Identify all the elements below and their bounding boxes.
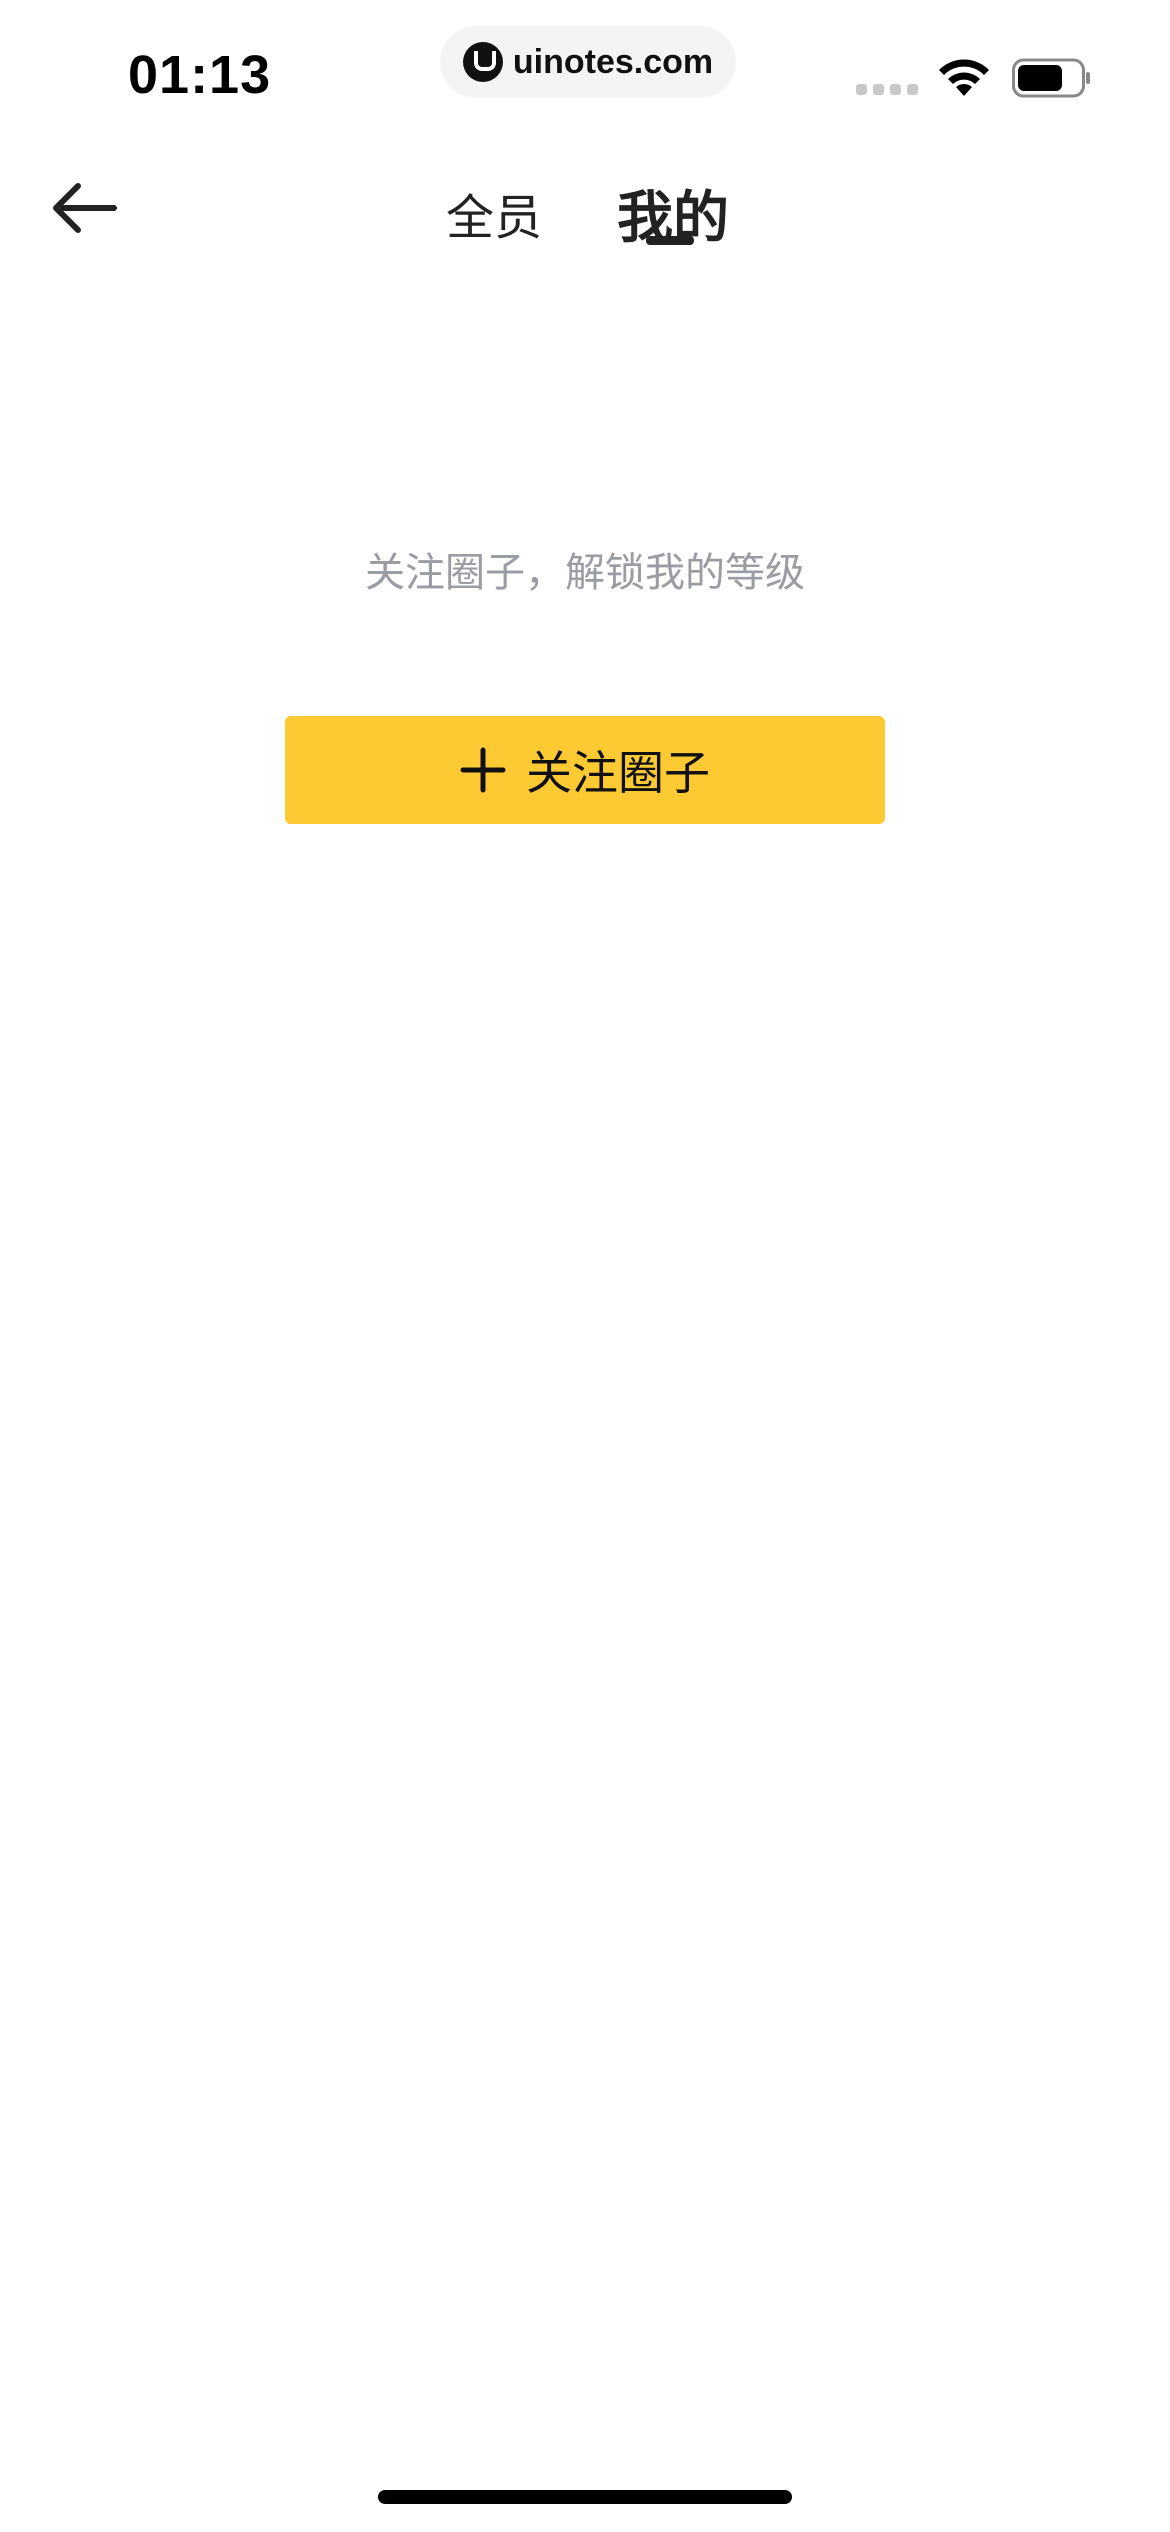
home-indicator[interactable] xyxy=(378,2490,792,2504)
follow-circle-button[interactable]: 关注圈子 xyxy=(285,716,885,824)
cellular-signal-icon xyxy=(856,84,918,95)
wifi-icon xyxy=(939,59,989,96)
active-tab-indicator xyxy=(646,236,694,245)
url-text: uinotes.com xyxy=(512,42,714,81)
tab-all-members[interactable]: 全员 xyxy=(446,168,542,258)
empty-state-hint: 关注圈子，解锁我的等级 xyxy=(365,550,805,596)
follow-button-label: 关注圈子 xyxy=(526,746,710,800)
status-time: 01:13 xyxy=(128,45,272,105)
battery-icon xyxy=(1012,58,1090,98)
url-pill[interactable]: uinotes.com xyxy=(440,26,736,98)
plus-icon xyxy=(460,747,506,793)
site-logo-icon xyxy=(462,42,503,82)
status-bar: 01:13 uinotes.com xyxy=(0,0,1170,150)
tab-bar: 全员 我的 xyxy=(0,168,1170,258)
